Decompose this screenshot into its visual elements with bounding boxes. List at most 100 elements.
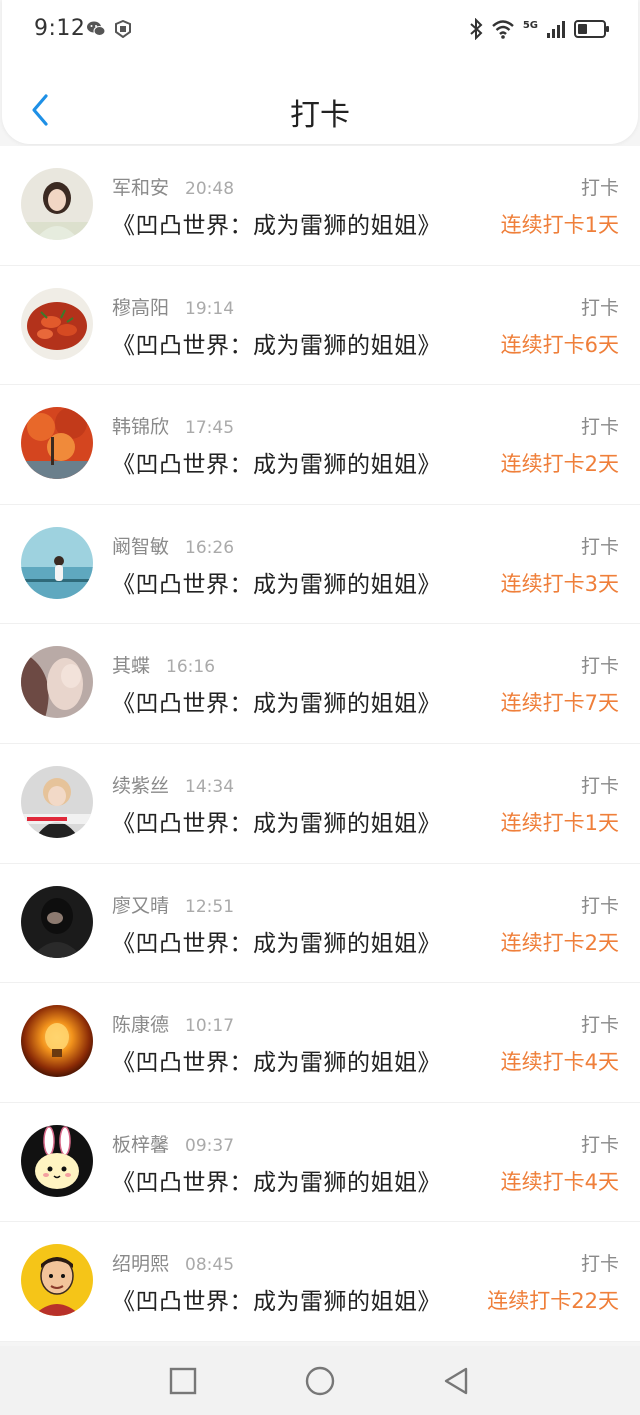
avatar[interactable] bbox=[21, 526, 93, 599]
list-item[interactable]: 续紫丝 14:34 《凹凸世界：成为雷狮的姐姐》 打卡 连续打卡1天 bbox=[0, 744, 640, 864]
status-time: 9:12 bbox=[34, 16, 86, 41]
action-label: 打卡 bbox=[580, 774, 619, 797]
username[interactable]: 陈康德 bbox=[112, 1010, 169, 1037]
avatar[interactable] bbox=[21, 168, 93, 240]
list-item[interactable]: 廖又晴 12:51 《凹凸世界：成为雷狮的姐姐》 打卡 连续打卡2天 bbox=[0, 864, 640, 984]
streak-label: 连续打卡2天 bbox=[500, 930, 619, 955]
signal-icon bbox=[547, 21, 565, 38]
action-label: 打卡 bbox=[580, 655, 619, 678]
avatar[interactable] bbox=[21, 287, 93, 360]
username[interactable]: 韩锦欣 bbox=[112, 412, 169, 439]
timestamp: 09:37 bbox=[185, 1135, 235, 1156]
username[interactable]: 廖又晴 bbox=[112, 891, 169, 918]
wechat-icon bbox=[87, 21, 106, 36]
action-label: 打卡 bbox=[580, 535, 619, 558]
recents-button[interactable] bbox=[166, 1364, 200, 1398]
book-title[interactable]: 《凹凸世界：成为雷狮的姐姐》 bbox=[112, 445, 441, 479]
book-title[interactable]: 《凹凸世界：成为雷狮的姐姐》 bbox=[112, 1043, 441, 1077]
streak-label: 连续打卡1天 bbox=[500, 213, 619, 237]
timestamp: 10:17 bbox=[185, 1016, 235, 1037]
entry-meta: 军和安 20:48 bbox=[112, 173, 234, 200]
book-title[interactable]: 《凹凸世界：成为雷狮的姐姐》 bbox=[112, 565, 441, 599]
book-title[interactable]: 《凹凸世界：成为雷狮的姐姐》 bbox=[112, 804, 441, 838]
list-item[interactable]: 穆高阳 19:14 《凹凸世界：成为雷狮的姐姐》 打卡 连续打卡6天 bbox=[0, 266, 640, 386]
entry-meta: 廖又晴 12:51 bbox=[112, 891, 234, 918]
avatar[interactable] bbox=[21, 885, 93, 958]
circle-icon bbox=[305, 1366, 335, 1396]
entry-meta: 其蝶 16:16 bbox=[112, 651, 215, 678]
entry-meta: 陈康德 10:17 bbox=[112, 1010, 234, 1037]
book-title[interactable]: 《凹凸世界：成为雷狮的姐姐》 bbox=[112, 924, 441, 958]
wifi-icon bbox=[492, 20, 514, 39]
timestamp: 19:14 bbox=[185, 298, 235, 319]
system-navigation-bar bbox=[0, 1346, 640, 1415]
network-type-label: 5G bbox=[522, 19, 538, 31]
username[interactable]: 绍明熙 bbox=[112, 1249, 169, 1276]
status-app-icons bbox=[86, 20, 132, 38]
triangle-back-icon bbox=[444, 1367, 468, 1395]
action-label: 打卡 bbox=[580, 296, 619, 319]
avatar[interactable] bbox=[21, 646, 93, 719]
timestamp: 12:51 bbox=[185, 896, 235, 917]
avatar[interactable] bbox=[21, 407, 93, 480]
entry-meta: 绍明熙 08:45 bbox=[112, 1249, 234, 1276]
list-item[interactable]: 板梓馨 09:37 《凹凸世界：成为雷狮的姐姐》 打卡 连续打卡4天 bbox=[0, 1103, 640, 1223]
streak-label: 连续打卡3天 bbox=[500, 571, 619, 596]
streak-label: 连续打卡7天 bbox=[500, 691, 619, 716]
system-back-button[interactable] bbox=[439, 1364, 473, 1398]
username[interactable]: 阚智敏 bbox=[112, 532, 169, 559]
username[interactable]: 军和安 bbox=[112, 173, 169, 200]
streak-label: 连续打卡4天 bbox=[500, 1050, 619, 1075]
book-title[interactable]: 《凹凸世界：成为雷狮的姐姐》 bbox=[112, 326, 441, 360]
app-shield-icon bbox=[115, 20, 131, 38]
list-item[interactable]: 其蝶 16:16 《凹凸世界：成为雷狮的姐姐》 打卡 连续打卡7天 bbox=[0, 624, 640, 744]
home-button[interactable] bbox=[303, 1364, 337, 1398]
avatar[interactable] bbox=[21, 765, 93, 838]
username[interactable]: 续紫丝 bbox=[112, 771, 169, 798]
timestamp: 14:34 bbox=[185, 776, 235, 797]
book-title[interactable]: 《凹凸世界：成为雷狮的姐姐》 bbox=[112, 1282, 441, 1316]
entry-meta: 续紫丝 14:34 bbox=[112, 771, 234, 798]
timestamp: 17:45 bbox=[185, 418, 235, 439]
list-item[interactable]: 陈康德 10:17 《凹凸世界：成为雷狮的姐姐》 打卡 连续打卡4天 bbox=[0, 983, 640, 1103]
entry-meta: 板梓馨 09:37 bbox=[112, 1130, 234, 1157]
streak-label: 连续打卡1天 bbox=[500, 810, 619, 835]
action-label: 打卡 bbox=[580, 1253, 619, 1276]
bluetooth-icon bbox=[470, 18, 483, 40]
battery-icon bbox=[574, 20, 609, 38]
avatar[interactable] bbox=[21, 1005, 93, 1078]
book-title[interactable]: 《凹凸世界：成为雷狮的姐姐》 bbox=[112, 1163, 441, 1197]
username[interactable]: 其蝶 bbox=[112, 651, 150, 678]
timestamp: 20:48 bbox=[185, 179, 235, 199]
action-label: 打卡 bbox=[580, 1133, 619, 1156]
entry-meta: 穆高阳 19:14 bbox=[112, 293, 234, 320]
streak-label: 连续打卡4天 bbox=[500, 1169, 619, 1194]
username[interactable]: 穆高阳 bbox=[112, 293, 169, 320]
checkin-list: 军和安 20:48 《凹凸世界：成为雷狮的姐姐》 打卡 连续打卡1天 穆高阳 1… bbox=[0, 146, 640, 1342]
list-item[interactable]: 军和安 20:48 《凹凸世界：成为雷狮的姐姐》 打卡 连续打卡1天 bbox=[0, 146, 640, 266]
list-item[interactable]: 韩锦欣 17:45 《凹凸世界：成为雷狮的姐姐》 打卡 连续打卡2天 bbox=[0, 385, 640, 505]
action-label: 打卡 bbox=[580, 177, 619, 199]
page-title: 打卡 bbox=[290, 98, 350, 133]
action-label: 打卡 bbox=[580, 894, 619, 917]
square-icon bbox=[169, 1367, 197, 1395]
streak-label: 连续打卡2天 bbox=[500, 452, 619, 477]
entry-meta: 阚智敏 16:26 bbox=[112, 532, 234, 559]
avatar[interactable] bbox=[21, 1124, 93, 1197]
action-label: 打卡 bbox=[580, 1014, 619, 1037]
avatar[interactable] bbox=[21, 1244, 93, 1317]
list-item[interactable]: 阚智敏 16:26 《凹凸世界：成为雷狮的姐姐》 打卡 连续打卡3天 bbox=[0, 505, 640, 625]
book-title[interactable]: 《凹凸世界：成为雷狮的姐姐》 bbox=[112, 206, 441, 240]
book-title[interactable]: 《凹凸世界：成为雷狮的姐姐》 bbox=[112, 684, 441, 718]
streak-label: 连续打卡22天 bbox=[487, 1289, 619, 1314]
status-bar: 9:12 5G bbox=[2, 0, 640, 62]
streak-label: 连续打卡6天 bbox=[500, 332, 619, 357]
timestamp: 08:45 bbox=[185, 1255, 235, 1276]
username[interactable]: 板梓馨 bbox=[112, 1130, 169, 1157]
timestamp: 16:16 bbox=[166, 657, 216, 678]
action-label: 打卡 bbox=[580, 416, 619, 439]
timestamp: 16:26 bbox=[185, 537, 235, 558]
status-right: 5G bbox=[469, 18, 610, 40]
header: 9:12 5G 打卡 bbox=[2, 0, 638, 144]
list-item[interactable]: 绍明熙 08:45 《凹凸世界：成为雷狮的姐姐》 打卡 连续打卡22天 bbox=[0, 1222, 640, 1342]
